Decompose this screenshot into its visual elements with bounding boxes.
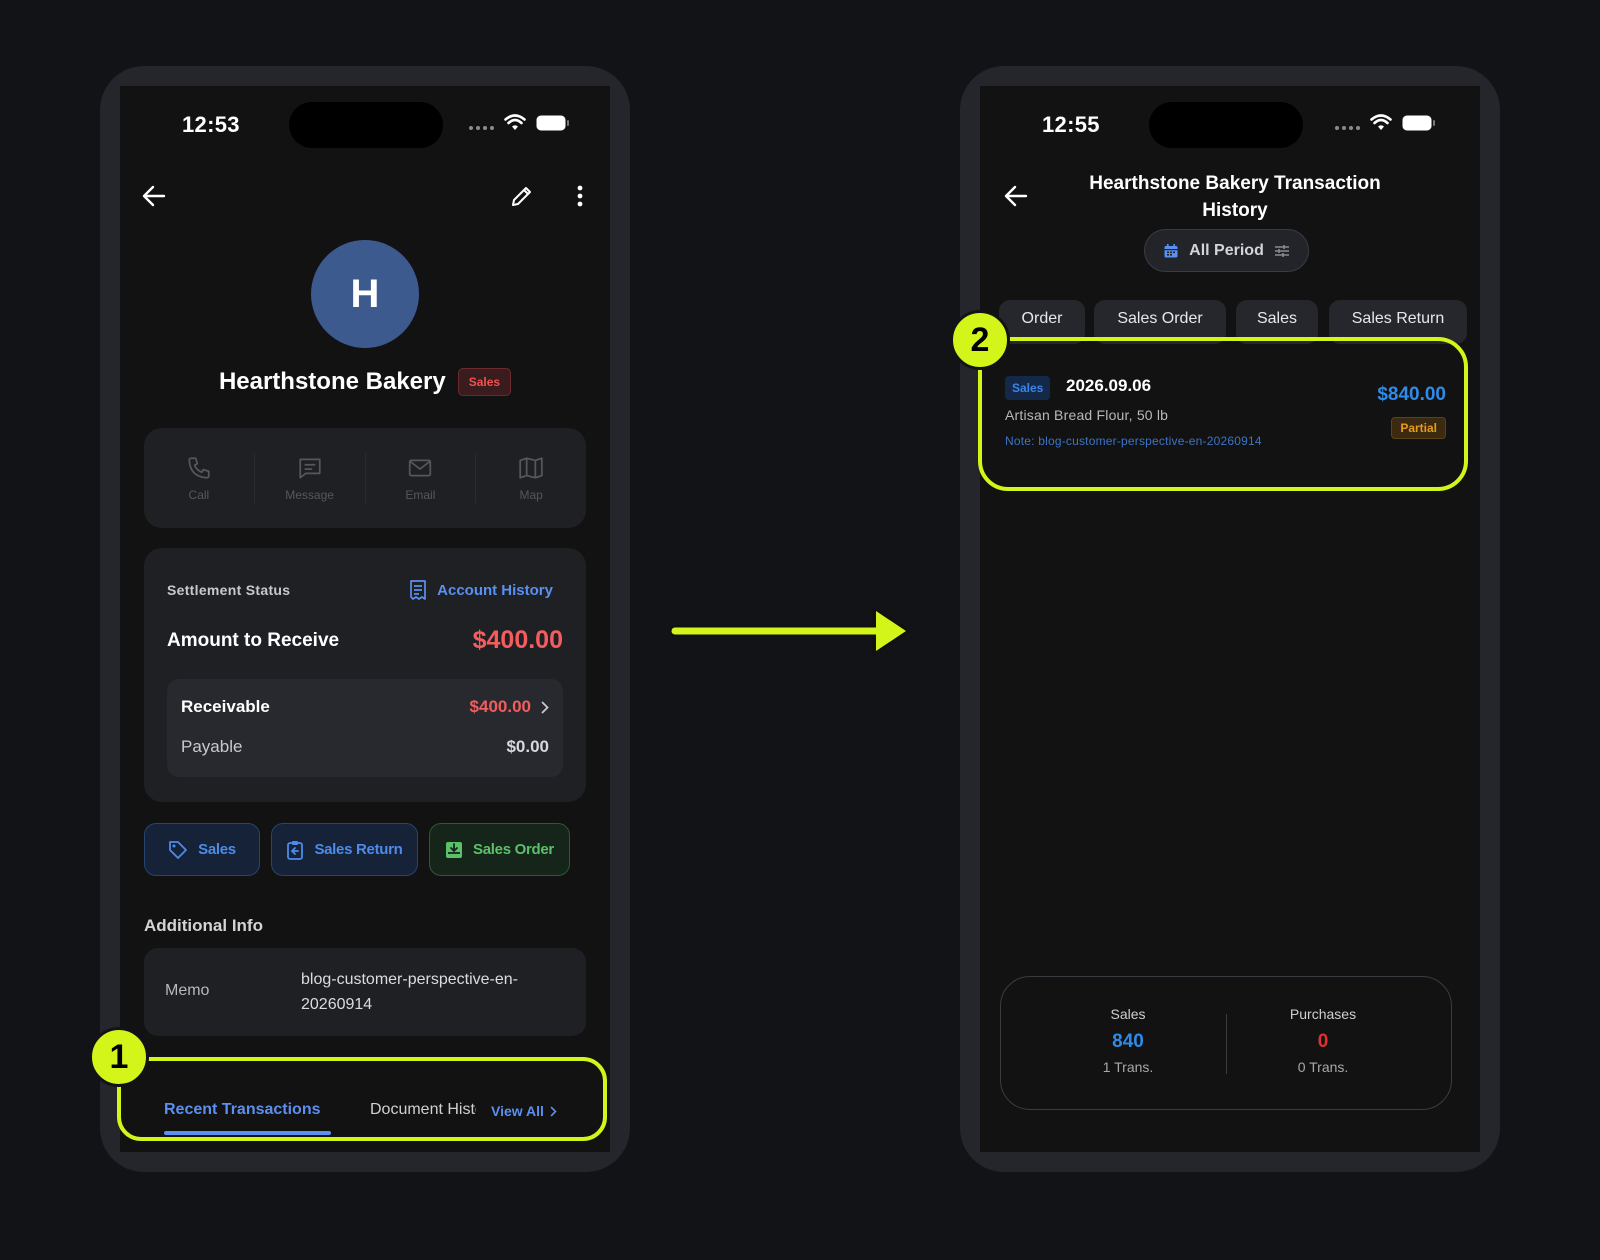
- highlight-step-1: [117, 1057, 607, 1141]
- email-action[interactable]: Email: [366, 455, 476, 502]
- step-1-marker: 1: [89, 1027, 149, 1087]
- status-icons: [469, 114, 570, 132]
- status-time: 12:55: [1042, 112, 1100, 137]
- more-options-button[interactable]: [564, 178, 596, 214]
- edit-button[interactable]: [504, 178, 540, 214]
- highlight-step-2: [978, 337, 1468, 491]
- more-vertical-icon: [577, 185, 583, 207]
- period-filter[interactable]: All Period: [1144, 229, 1309, 272]
- message-label: Message: [285, 487, 334, 502]
- receivable-label: Receivable: [181, 697, 270, 716]
- contact-actions-row: Call Message Email Map: [144, 428, 586, 528]
- sales-return-button-label: Sales Return: [314, 841, 403, 858]
- right-phone-screen: 12:55 Hearthstone Bakery Transaction His…: [980, 86, 1480, 1152]
- back-button[interactable]: [138, 180, 170, 212]
- period-label: All Period: [1189, 241, 1264, 259]
- account-history-label: Account History: [437, 581, 553, 599]
- settlement-card: Settlement Status Account History Amount…: [144, 548, 586, 802]
- sliders-icon: [1274, 244, 1289, 257]
- map-label: Map: [519, 487, 543, 502]
- sales-summary-count: 1 Trans.: [1102, 1059, 1154, 1075]
- battery-icon: [1402, 115, 1435, 131]
- status-time: 12:53: [182, 112, 240, 137]
- chevron-right-icon: [541, 701, 549, 713]
- amount-to-receive-row: Amount to Receive $400.00: [167, 626, 563, 655]
- payable-value: $0.00: [506, 737, 549, 756]
- dynamic-island: [289, 102, 443, 148]
- purchases-summary: Purchases 0 0 Trans.: [1223, 1006, 1423, 1075]
- receivable-value: $400.00: [469, 697, 531, 716]
- signal-icon: [1335, 116, 1360, 130]
- signal-icon: [469, 116, 494, 130]
- payable-row: Payable $0.00: [181, 737, 549, 757]
- sales-summary-label: Sales: [1110, 1006, 1146, 1022]
- payable-label: Payable: [181, 737, 243, 756]
- arrow-left-icon: [1004, 185, 1028, 207]
- message-action[interactable]: Message: [255, 455, 365, 502]
- right-phone-frame: 12:55 Hearthstone Bakery Transaction His…: [960, 66, 1500, 1172]
- amount-to-receive-label: Amount to Receive: [167, 629, 340, 651]
- purchases-summary-count: 0 Trans.: [1297, 1059, 1349, 1075]
- memo-card: Memo blog-customer-perspective-en-202609…: [144, 948, 586, 1036]
- wifi-icon: [1370, 114, 1392, 130]
- purchases-summary-value: 0: [1317, 1031, 1329, 1052]
- dynamic-island: [1149, 102, 1303, 148]
- sales-order-button[interactable]: Sales Order: [429, 823, 570, 876]
- sales-button-label: Sales: [198, 841, 236, 858]
- sales-return-button[interactable]: Sales Return: [271, 823, 418, 876]
- mail-icon: [409, 459, 432, 476]
- status-bar: 12:53: [120, 86, 610, 166]
- map-action[interactable]: Map: [476, 455, 586, 502]
- settlement-header: Settlement Status Account History: [167, 580, 553, 600]
- call-label: Call: [188, 487, 210, 502]
- left-phone-screen: 12:53 H Hearthstone Bakery Sales Call Me…: [120, 86, 610, 1152]
- message-icon: [299, 457, 321, 479]
- battery-icon: [536, 115, 569, 131]
- step-2-marker: 2: [950, 310, 1010, 370]
- sales-order-button-label: Sales Order: [473, 841, 554, 858]
- status-icons: [1335, 114, 1436, 132]
- left-phone-frame: 12:53 H Hearthstone Bakery Sales Call Me…: [100, 66, 630, 1172]
- additional-info-title: Additional Info: [144, 916, 263, 935]
- receipt-icon: [410, 580, 426, 600]
- clipboard-return-icon: [287, 840, 304, 860]
- purchases-summary-label: Purchases: [1289, 1006, 1357, 1022]
- inbox-download-icon: [446, 841, 463, 858]
- pencil-icon: [512, 187, 531, 206]
- customer-type-badge: Sales: [457, 368, 512, 396]
- back-button[interactable]: [1000, 180, 1032, 212]
- sales-button[interactable]: Sales: [144, 823, 260, 876]
- flow-arrow: [670, 605, 912, 657]
- account-history-link[interactable]: Account History: [409, 580, 553, 600]
- map-icon: [519, 456, 543, 479]
- sales-summary-value: 840: [1112, 1031, 1144, 1052]
- contact-actions-card: Call Message Email Map: [144, 428, 586, 528]
- avatar: H: [311, 240, 419, 348]
- tag-icon: [169, 840, 188, 859]
- settlement-status-label: Settlement Status: [167, 582, 291, 598]
- arrow-left-icon: [142, 185, 166, 207]
- phone-icon: [188, 456, 210, 479]
- summary-card: Sales 840 1 Trans. Purchases 0 0 Trans.: [1000, 976, 1452, 1110]
- wifi-icon: [504, 114, 526, 130]
- amount-to-receive-value: $400.00: [472, 626, 563, 654]
- email-label: Email: [405, 487, 436, 502]
- receivable-value-group: $400.00: [470, 697, 549, 717]
- sales-summary: Sales 840 1 Trans.: [1028, 1006, 1228, 1075]
- receivable-row[interactable]: Receivable $400.00: [181, 697, 549, 717]
- customer-header: Hearthstone Bakery Sales: [120, 368, 610, 396]
- page-title: Hearthstone Bakery Transaction History: [1089, 173, 1381, 221]
- status-bar: 12:55: [980, 86, 1480, 166]
- calendar-icon: [1164, 243, 1178, 257]
- memo-label: Memo: [165, 982, 210, 999]
- customer-name: Hearthstone Bakery: [218, 368, 446, 395]
- balance-breakdown: Receivable $400.00 Payable $0.00: [167, 679, 563, 777]
- memo-value: blog-customer-perspective-en-20260914: [301, 971, 518, 1013]
- call-action[interactable]: Call: [144, 455, 254, 502]
